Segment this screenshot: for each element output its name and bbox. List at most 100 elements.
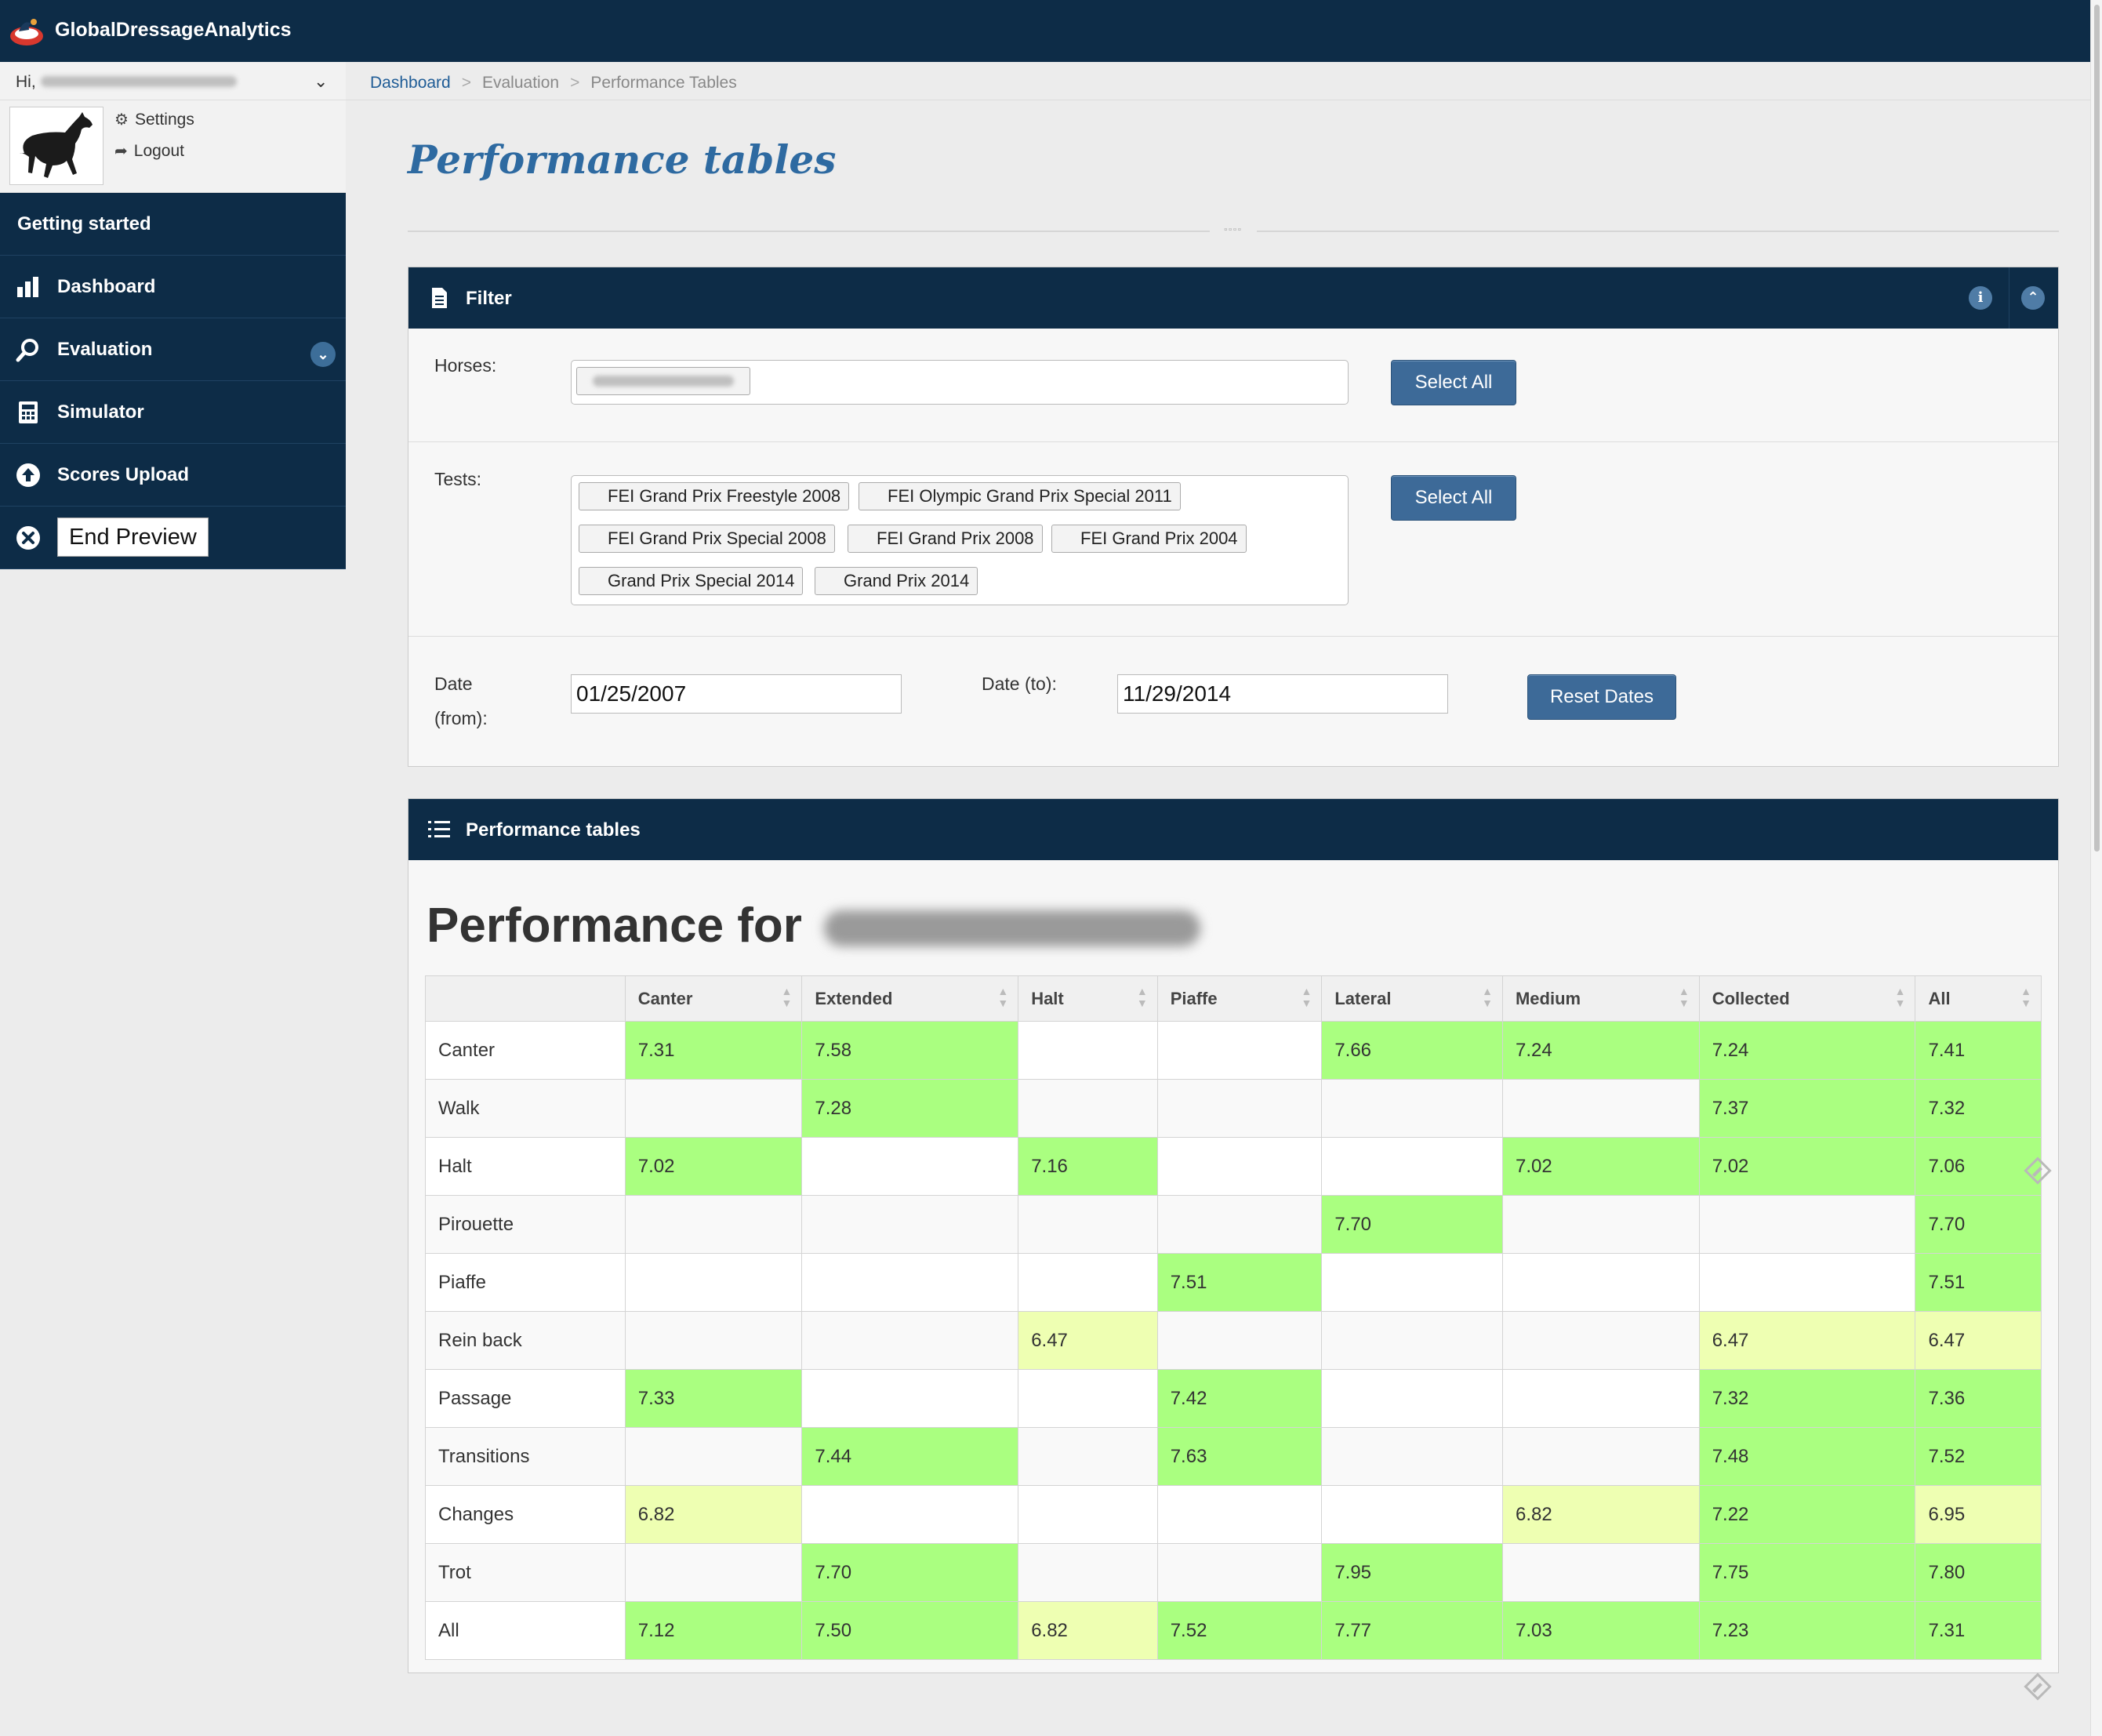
sort-icon[interactable]: ▲ ▼ (1679, 986, 1690, 1009)
table-cell: 7.12 (624, 1601, 803, 1660)
table-cell: 7.03 (1501, 1601, 1700, 1660)
chevron-down-icon[interactable]: ⌄ (310, 342, 336, 367)
table-cell: 6.95 (1915, 1485, 2042, 1544)
edit-pencil-icon[interactable] (2023, 1672, 2053, 1701)
column-header[interactable]: All ▲ ▼ (1915, 975, 2042, 1022)
horse-chip[interactable] (576, 367, 750, 395)
breadcrumb-evaluation[interactable]: Evaluation (482, 74, 559, 92)
breadcrumb-dashboard[interactable]: Dashboard (370, 74, 451, 92)
table-cell: 7.02 (1501, 1137, 1700, 1196)
row-label: Canter (425, 1021, 626, 1080)
table-cell: 7.24 (1698, 1021, 1916, 1080)
sidebar-item-scores-upload[interactable]: Scores Upload (0, 444, 346, 507)
horses-input[interactable] (571, 360, 1349, 405)
close-circle-icon[interactable] (16, 525, 41, 550)
column-header[interactable]: Collected ▲ ▼ (1698, 975, 1916, 1022)
table-cell: 7.16 (1018, 1137, 1158, 1196)
sort-icon[interactable]: ▲ ▼ (1482, 986, 1493, 1009)
table-row: Pirouette 7.70 7.70 (425, 1195, 2042, 1254)
sort-icon[interactable]: ▲ ▼ (1301, 986, 1312, 1009)
column-header[interactable]: Canter ▲ ▼ (624, 975, 803, 1022)
tests-select-all-button[interactable]: Select All (1391, 475, 1516, 521)
table-cell (1018, 1369, 1158, 1428)
brand-name[interactable]: GlobalDressageAnalytics (55, 19, 292, 42)
horses-select-all-button[interactable]: Select All (1391, 360, 1516, 405)
table-cell: 7.52 (1915, 1427, 2042, 1486)
page-scrollbar[interactable] (2090, 0, 2102, 1736)
table-cell: 7.31 (1915, 1601, 2042, 1660)
chevron-up-icon[interactable]: ⌃ (2021, 286, 2045, 310)
column-header[interactable]: Medium ▲ ▼ (1501, 975, 1700, 1022)
scrollbar-thumb[interactable] (2094, 5, 2100, 852)
sort-icon[interactable]: ▲ ▼ (2020, 986, 2031, 1009)
test-chip[interactable]: Grand Prix 2014 (815, 567, 978, 595)
table-cell (624, 1253, 803, 1312)
table-row: Piaffe 7.51 7.51 (425, 1253, 2042, 1312)
table-cell (1501, 1369, 1700, 1428)
table-body: Canter 7.31 7.58 7.66 7.24 7.24 7.41 Walk 7.28 7.… (425, 1021, 2042, 1660)
calculator-icon (19, 401, 38, 423)
table-cell (624, 1543, 803, 1602)
table-row: Changes 6.82 6.82 7.22 6.95 (425, 1485, 2042, 1544)
table-row: All 7.12 7.50 6.82 7.52 7.77 7.03 7.23 7.31 (425, 1601, 2042, 1660)
sort-icon[interactable]: ▲ ▼ (782, 986, 793, 1009)
table-row: Halt 7.02 7.16 7.02 7.02 7.06 (425, 1137, 2042, 1196)
table-cell: 7.80 (1915, 1543, 2042, 1602)
test-chip[interactable]: FEI Grand Prix 2004 (1051, 525, 1247, 553)
sidebar-item-dashboard[interactable]: Dashboard (0, 256, 346, 318)
table-cell (1018, 1079, 1158, 1138)
horses-row: Horses: Select All (408, 329, 2058, 442)
edit-pencil-icon[interactable] (2023, 1156, 2053, 1186)
performance-heading: Performance for (427, 899, 802, 953)
table-cell (1501, 1311, 1700, 1370)
sidebar-item-getting-started[interactable]: Getting started (0, 193, 346, 256)
column-header[interactable]: Piaffe ▲ ▼ (1156, 975, 1323, 1022)
logout-link[interactable]: ➦ Logout (114, 141, 184, 161)
table-cell (801, 1485, 1019, 1544)
table-cell: 7.63 (1156, 1427, 1323, 1486)
sort-icon[interactable]: ▲ ▼ (1895, 986, 1906, 1009)
row-label: Pirouette (425, 1195, 626, 1254)
sidebar-item-simulator[interactable]: Simulator (0, 381, 346, 444)
date-from-input[interactable]: 01/25/2007 (571, 674, 902, 714)
table-cell: 7.41 (1915, 1021, 2042, 1080)
info-icon[interactable]: i (1969, 286, 1992, 310)
test-chip[interactable]: Grand Prix Special 2014 (579, 567, 804, 595)
dates-row: Date (from): 01/25/2007 Date (to): 11/29… (408, 637, 2058, 766)
column-header[interactable]: Halt ▲ ▼ (1018, 975, 1158, 1022)
sidebar-item-evaluation[interactable]: Evaluation ⌄ (0, 318, 346, 381)
test-chip[interactable]: FEI Grand Prix Freestyle 2008 (579, 482, 850, 510)
table-cell: 7.32 (1915, 1079, 2042, 1138)
tests-input[interactable]: FEI Grand Prix Freestyle 2008 FEI Olympi… (571, 475, 1349, 605)
table-cell (1018, 1485, 1158, 1544)
table-cell (1321, 1427, 1503, 1486)
column-header[interactable]: Lateral ▲ ▼ (1321, 975, 1503, 1022)
brand-logo-icon[interactable] (8, 13, 45, 49)
table-cell (624, 1195, 803, 1254)
reset-dates-button[interactable]: Reset Dates (1527, 674, 1676, 720)
test-chip[interactable]: FEI Grand Prix 2008 (848, 525, 1043, 553)
date-to-input[interactable]: 11/29/2014 (1117, 674, 1448, 714)
table-cell: 7.70 (1915, 1195, 2042, 1254)
column-header[interactable]: Extended ▲ ▼ (801, 975, 1019, 1022)
sort-icon[interactable]: ▲ ▼ (1137, 986, 1148, 1009)
user-bar[interactable]: Hi, ⌄ (0, 62, 346, 100)
table-cell: 7.44 (801, 1427, 1019, 1486)
avatar (9, 107, 103, 185)
search-icon (16, 339, 38, 362)
table-cell: 7.51 (1156, 1253, 1323, 1312)
test-chip[interactable]: FEI Grand Prix Special 2008 (579, 525, 835, 553)
table-row: Transitions 7.44 7.63 7.48 7.52 (425, 1427, 2042, 1486)
tests-label: Tests: (434, 469, 482, 489)
table-cell (1156, 1485, 1323, 1544)
table-cell: 7.22 (1698, 1485, 1916, 1544)
table-cell (1018, 1427, 1158, 1486)
settings-link[interactable]: ⚙ Settings (114, 110, 194, 129)
table-cell: 7.50 (801, 1601, 1019, 1660)
end-preview-button[interactable]: End Preview (57, 518, 209, 557)
test-chip[interactable]: FEI Olympic Grand Prix Special 2011 (859, 482, 1181, 510)
chevron-down-icon[interactable]: ⌄ (314, 71, 328, 92)
table-cell: 6.82 (1018, 1601, 1158, 1660)
table-cell (1156, 1311, 1323, 1370)
sort-icon[interactable]: ▲ ▼ (997, 986, 1008, 1009)
